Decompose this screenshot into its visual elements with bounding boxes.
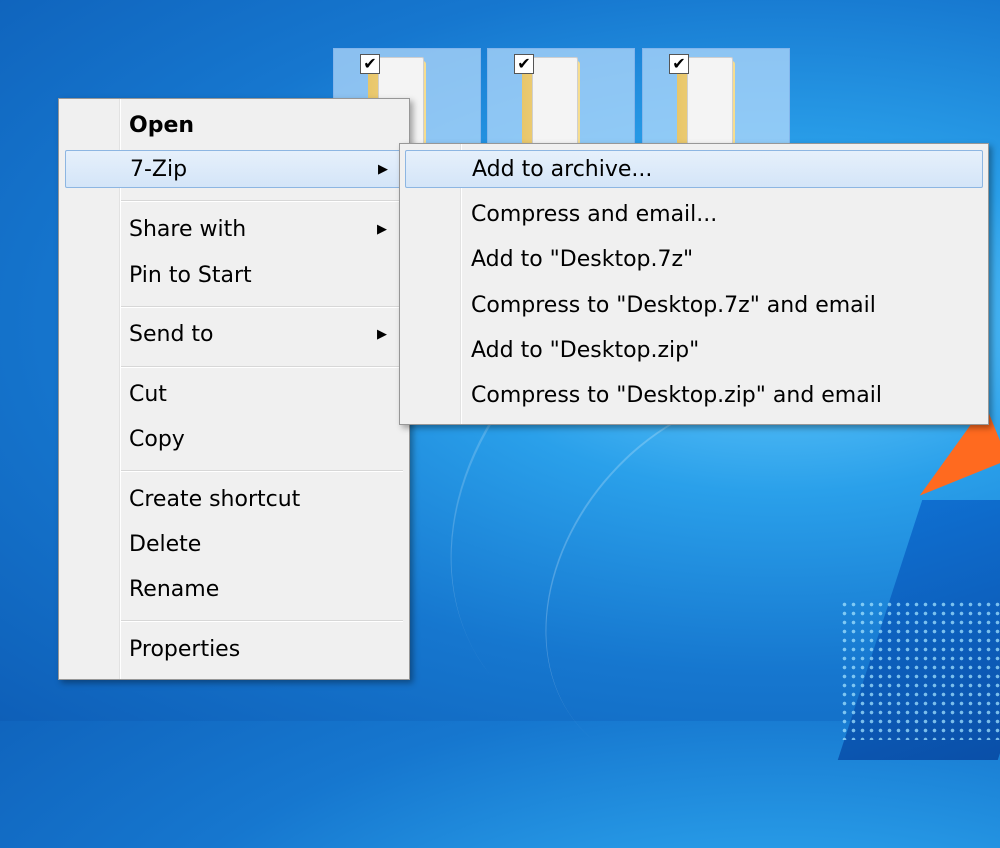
checkbox-checked-icon[interactable]: ✔ — [360, 54, 380, 74]
wallpaper-dot-pattern — [840, 600, 1000, 740]
menu-separator — [121, 470, 403, 472]
menu-item-7zip[interactable]: 7-Zip ▶ — [65, 150, 403, 188]
submenu-7zip: Add to archive... Compress and email... … — [399, 143, 989, 425]
menu-item-properties[interactable]: Properties — [129, 631, 403, 669]
submenu-arrow-icon: ▶ — [377, 327, 387, 342]
checkbox-checked-icon[interactable]: ✔ — [514, 54, 534, 74]
submenu-arrow-icon: ▶ — [377, 222, 387, 237]
document-icon — [532, 57, 578, 147]
submenu-item-add-to-archive[interactable]: Add to archive... — [405, 150, 983, 188]
menu-separator — [121, 306, 403, 308]
submenu-item-add-to-zip[interactable]: Add to "Desktop.zip" — [471, 332, 981, 370]
submenu-item-compress-and-email[interactable]: Compress and email... — [471, 196, 981, 234]
menu-item-pin-to-start[interactable]: Pin to Start — [129, 257, 403, 295]
menu-separator — [121, 366, 403, 368]
menu-item-delete[interactable]: Delete — [129, 526, 403, 564]
menu-item-create-shortcut[interactable]: Create shortcut — [129, 481, 403, 519]
submenu-item-add-to-7z[interactable]: Add to "Desktop.7z" — [471, 241, 981, 279]
menu-item-cut[interactable]: Cut — [129, 376, 403, 414]
menu-separator — [121, 200, 403, 202]
menu-item-copy[interactable]: Copy — [129, 421, 403, 459]
submenu-item-compress-zip-email[interactable]: Compress to "Desktop.zip" and email — [471, 377, 981, 415]
checkbox-checked-icon[interactable]: ✔ — [669, 54, 689, 74]
context-menu: Open 7-Zip ▶ Share with ▶ Pin to Start S… — [58, 98, 410, 680]
menu-item-share-with[interactable]: Share with ▶ — [129, 211, 403, 249]
desktop-folder-2[interactable]: ✔ — [487, 48, 635, 147]
menu-item-rename[interactable]: Rename — [129, 571, 403, 609]
menu-item-send-to[interactable]: Send to ▶ — [129, 316, 403, 354]
menu-separator — [121, 620, 403, 622]
submenu-item-compress-7z-email[interactable]: Compress to "Desktop.7z" and email — [471, 287, 981, 325]
document-icon — [687, 57, 733, 147]
submenu-arrow-icon: ▶ — [378, 162, 388, 177]
desktop-folder-3[interactable]: ✔ — [642, 48, 790, 147]
menu-item-open[interactable]: Open — [129, 107, 399, 145]
